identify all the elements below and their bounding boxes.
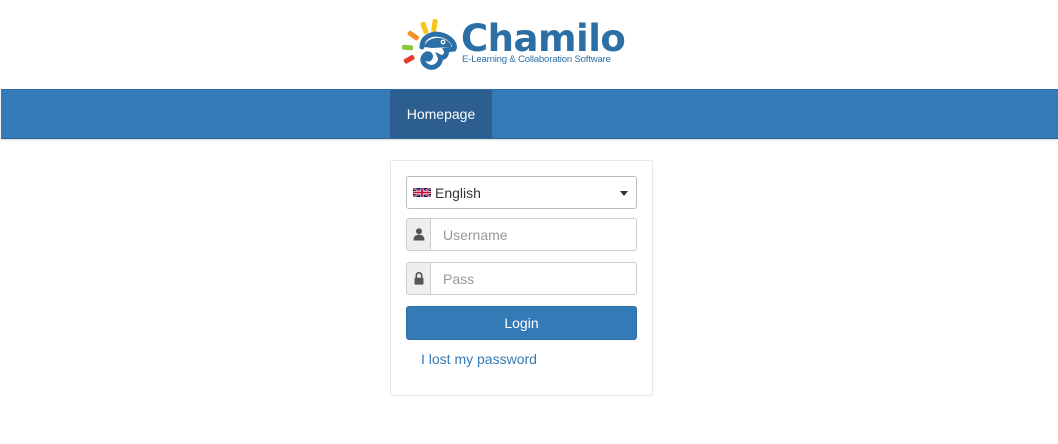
username-input-group <box>406 218 637 251</box>
login-button[interactable]: Login <box>406 306 637 340</box>
username-input[interactable] <box>430 218 637 251</box>
lost-password-link[interactable]: I lost my password <box>421 351 537 367</box>
uk-flag-icon <box>413 188 431 197</box>
language-select[interactable]: English <box>406 176 637 209</box>
header: Chamilo E-Learning & Collaboration Softw… <box>0 0 1058 89</box>
main-navbar: Homepage <box>1 89 1058 139</box>
language-select-value: English <box>435 184 481 201</box>
password-input[interactable] <box>430 262 637 295</box>
login-panel: English Login I lost my password <box>390 160 653 396</box>
caret-down-icon <box>620 191 628 196</box>
lock-icon <box>406 262 430 295</box>
chamilo-logo[interactable]: Chamilo E-Learning & Collaboration Softw… <box>402 17 632 72</box>
logo-tagline: E-Learning & Collaboration Software <box>462 54 611 65</box>
password-input-group <box>406 262 637 295</box>
chameleon-logo-icon <box>402 18 457 70</box>
nav-item-homepage[interactable]: Homepage <box>390 90 492 138</box>
user-icon <box>406 218 430 251</box>
